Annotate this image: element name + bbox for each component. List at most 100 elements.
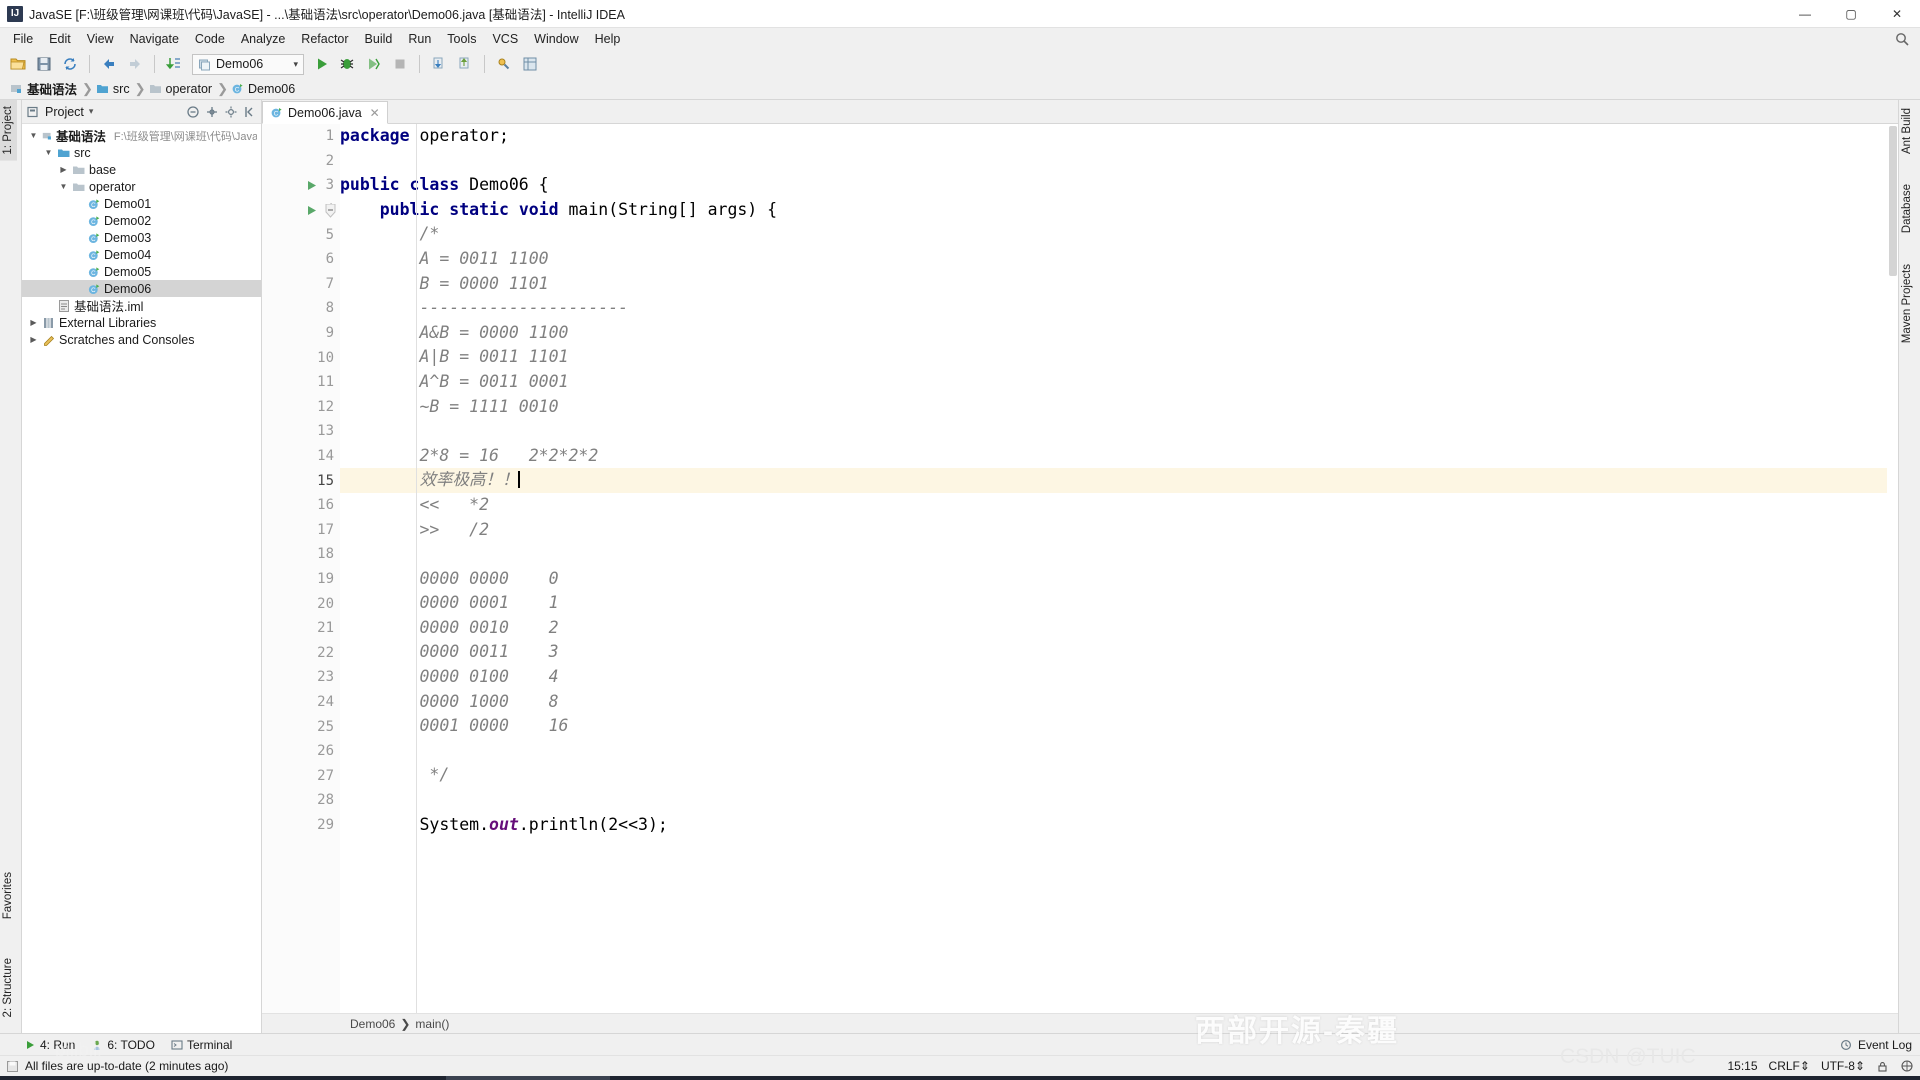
menu-analyze[interactable]: Analyze [233,30,293,48]
close-icon[interactable]: ✕ [370,106,380,120]
tree-item[interactable]: ▼ operator [22,178,261,195]
open-folder-icon[interactable] [6,52,30,76]
event-log-button[interactable]: Event Log [1840,1038,1920,1052]
tree-item[interactable]: C Demo04 [22,246,261,263]
maximize-button[interactable]: ▢ [1828,0,1874,28]
line-number[interactable]: 15 [262,468,340,493]
chevron-right-icon[interactable]: ▶ [28,335,39,344]
bottom-item-terminal[interactable]: Terminal [171,1038,232,1052]
code-line[interactable]: */ [340,763,1898,788]
tree-item[interactable]: ▶ base [22,161,261,178]
code-line[interactable]: 2*8 = 16 2*2*2*2 [340,444,1898,469]
menu-build[interactable]: Build [357,30,401,48]
save-icon[interactable] [32,52,56,76]
sidebar-item-favorites-tab[interactable]: Favorites [0,866,17,925]
line-number[interactable]: 19 [262,567,340,592]
tree-item[interactable]: ▶ External Libraries [22,314,261,331]
chevron-down-icon[interactable]: ▼ [58,182,69,191]
project-structure-icon[interactable] [518,52,542,76]
code-line[interactable]: ~B = 1111 0010 [340,395,1898,420]
close-button[interactable]: ✕ [1874,0,1920,28]
line-number[interactable]: 20 [262,591,340,616]
line-number[interactable]: 3 [262,173,340,198]
tree-item[interactable]: C Demo05 [22,263,261,280]
menu-code[interactable]: Code [187,30,233,48]
line-number[interactable]: 17 [262,518,340,543]
run-icon[interactable] [310,52,334,76]
task-view-icon[interactable] [44,1076,88,1080]
breadcrumb-item-class[interactable]: C Demo06 [229,82,299,96]
line-number[interactable]: 13 [262,419,340,444]
tree-item[interactable]: ▼ 基础语法 F:\班级管理\网课班\代码\JavaSE\基础 [22,127,261,144]
bottom-item-todo[interactable]: 6: TODO [91,1038,155,1052]
chevron-down-icon[interactable]: ▾ [89,106,94,117]
back-arrow-icon[interactable] [97,52,121,76]
sync-icon[interactable] [58,52,82,76]
tree-item[interactable]: ▼ src [22,144,261,161]
scroll-from-source-icon[interactable] [205,105,219,119]
tree-item[interactable]: C Demo03 [22,229,261,246]
code-line[interactable]: 0000 0010 2 [340,616,1898,641]
compile-icon[interactable] [162,52,186,76]
code-text-area[interactable]: package operator; public class Demo06 { p… [340,124,1898,1013]
code-line[interactable] [340,542,1898,567]
editor-vertical-scrollbar[interactable] [1887,124,1898,1013]
menu-vcs[interactable]: VCS [484,30,526,48]
code-line[interactable]: 0000 0011 3 [340,640,1898,665]
sidebar-item-ant-build-tab[interactable]: Ant Build [1898,102,1916,160]
line-number[interactable]: 10 [262,345,340,370]
fold-collapse-icon[interactable] [324,203,338,218]
inspections-icon[interactable] [1900,1059,1914,1073]
code-line[interactable] [340,149,1898,174]
sidebar-item-database-tab[interactable]: Database [1898,178,1916,239]
menu-refactor[interactable]: Refactor [293,30,356,48]
menu-tools[interactable]: Tools [439,30,484,48]
line-number[interactable]: 29 [262,813,340,838]
update-project-icon[interactable] [427,52,451,76]
line-number[interactable]: 8 [262,296,340,321]
menu-window[interactable]: Window [526,30,586,48]
menu-navigate[interactable]: Navigate [122,30,187,48]
settings-icon[interactable] [492,52,516,76]
line-number[interactable]: 28 [262,788,340,813]
bottom-item-run[interactable]: 4: Run [24,1038,75,1052]
code-line[interactable]: A = 0011 1100 [340,247,1898,272]
tree-item[interactable]: ▶ Scratches and Consoles [22,331,261,348]
chevron-right-icon[interactable]: ▶ [58,165,69,174]
code-line[interactable]: 0000 0000 0 [340,567,1898,592]
line-number[interactable]: 14 [262,444,340,469]
breadcrumb-item-module[interactable]: 基础语法 [8,79,81,98]
code-line[interactable] [340,419,1898,444]
tree-item[interactable]: C Demo01 [22,195,261,212]
line-number[interactable]: 5 [262,222,340,247]
debug-icon[interactable] [336,52,360,76]
editor-body[interactable]: 1234567891011121314151617181920212223242… [262,124,1898,1013]
code-line[interactable]: package operator; [340,124,1898,149]
run-with-coverage-icon[interactable] [362,52,386,76]
caret-position[interactable]: 15:15 [1728,1059,1758,1073]
code-line[interactable]: << *2 [340,493,1898,518]
line-number[interactable]: 21 [262,616,340,641]
code-line[interactable]: A^B = 0011 0001 [340,370,1898,395]
forward-arrow-icon[interactable] [123,52,147,76]
code-line[interactable]: >> /2 [340,518,1898,543]
minimize-button[interactable]: — [1782,0,1828,28]
chevron-right-icon[interactable]: ▶ [28,318,39,327]
code-line[interactable]: public static void main(String[] args) { [340,198,1898,223]
code-line[interactable]: /* [340,222,1898,247]
commit-icon[interactable] [453,52,477,76]
menu-view[interactable]: View [79,30,122,48]
editor-tab-demo06[interactable]: C Demo06.java ✕ [262,101,388,124]
code-line[interactable]: 0000 0001 1 [340,591,1898,616]
encoding-indicator[interactable]: UTF-8⇕ [1821,1059,1865,1073]
project-tree[interactable]: ▼基础语法F:\班级管理\网课班\代码\JavaSE\基础▼src▶base▼o… [22,124,261,1033]
collapse-all-icon[interactable] [186,105,200,119]
line-separator-indicator[interactable]: CRLF⇕ [1769,1059,1810,1073]
code-line[interactable]: 0000 1000 8 [340,690,1898,715]
tree-item[interactable]: 基础语法.iml [22,297,261,314]
line-number[interactable]: 6 [262,247,340,272]
code-line[interactable]: public class Demo06 { [340,173,1898,198]
menu-help[interactable]: Help [587,30,629,48]
editor-gutter[interactable]: 1234567891011121314151617181920212223242… [262,124,340,1013]
line-number[interactable]: 7 [262,272,340,297]
